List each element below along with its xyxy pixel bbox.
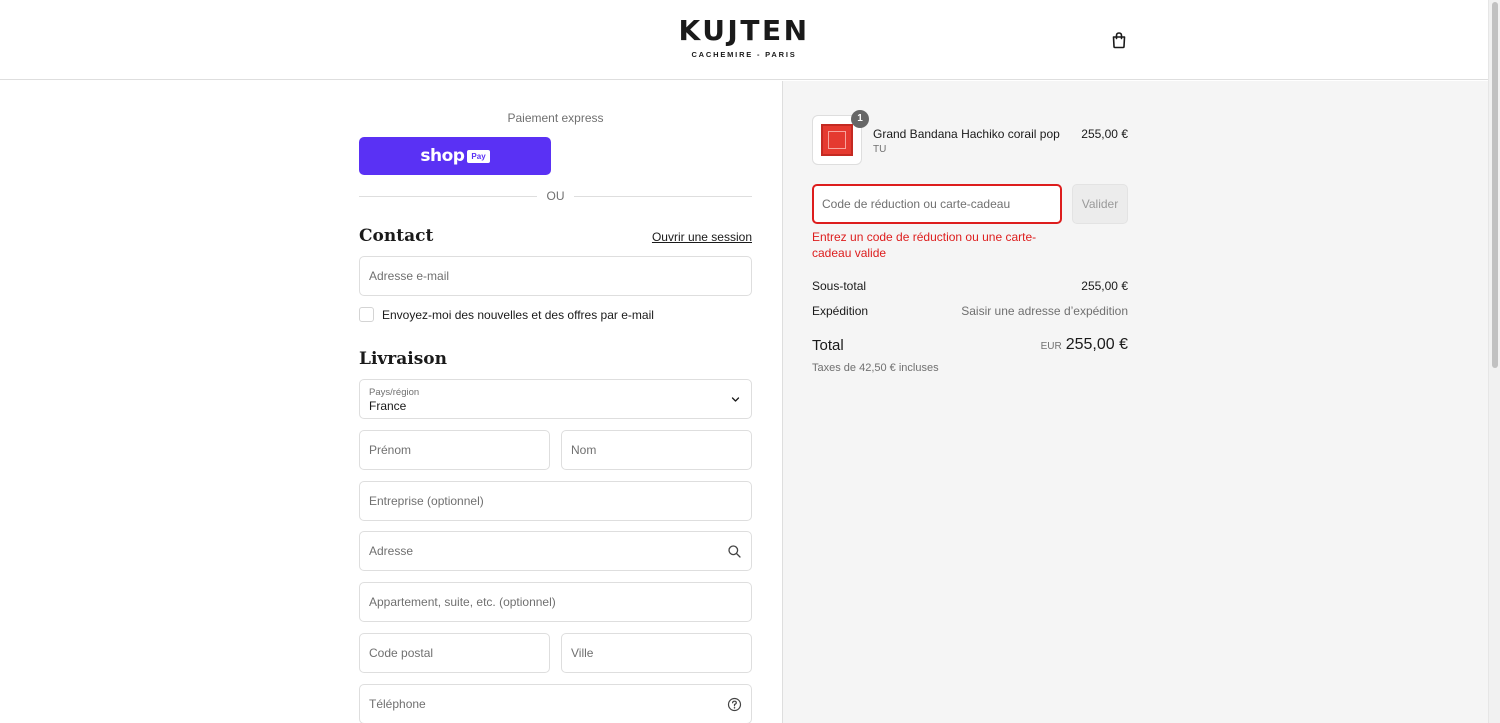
- city-input[interactable]: [562, 634, 751, 672]
- brand-name: KUJTEN: [678, 14, 810, 47]
- total-currency: EUR: [1040, 341, 1062, 352]
- country-label: Pays/région: [369, 387, 420, 398]
- postal-code-input[interactable]: [360, 634, 549, 672]
- login-link[interactable]: Ouvrir une session: [620, 230, 752, 244]
- phone-field[interactable]: [359, 684, 752, 723]
- brand-logo[interactable]: KUJTEN CACHEMIRE - PARIS: [0, 14, 1488, 59]
- help-icon[interactable]: [727, 697, 742, 712]
- country-value: France: [369, 399, 407, 413]
- scrollbar-thumb[interactable]: [1492, 2, 1498, 368]
- first-name-field[interactable]: [359, 430, 550, 470]
- shop-pay-wordmark: shop: [420, 146, 465, 166]
- shop-pay-badge: Pay: [467, 150, 490, 163]
- email-field[interactable]: [359, 256, 752, 296]
- chevron-down-icon: [731, 397, 740, 402]
- product-image: [821, 124, 853, 156]
- subtotal-label: Sous-total: [812, 279, 867, 293]
- city-field[interactable]: [561, 633, 752, 673]
- company-field[interactable]: [359, 481, 752, 521]
- discount-code-field[interactable]: [812, 184, 1062, 224]
- country-select[interactable]: Pays/région France: [359, 379, 752, 419]
- apply-discount-button[interactable]: Valider: [1072, 184, 1128, 224]
- apartment-input[interactable]: [360, 583, 751, 621]
- shipping-value: Saisir une adresse d’expédition: [961, 304, 1128, 318]
- discount-error-message: Entrez un code de réduction ou une carte…: [812, 230, 1037, 260]
- search-icon: [728, 545, 741, 558]
- contact-title: Contact: [359, 226, 434, 246]
- total-label: Total: [812, 337, 844, 354]
- postal-code-field[interactable]: [359, 633, 550, 673]
- shopping-bag-icon[interactable]: [1109, 30, 1129, 50]
- brand-tagline: CACHEMIRE - PARIS: [691, 50, 797, 59]
- first-name-input[interactable]: [360, 431, 549, 469]
- discount-code-input[interactable]: [814, 186, 1060, 222]
- total-price: EUR 255,00 €: [978, 336, 1128, 354]
- subtotal-value: 255,00 €: [1081, 279, 1128, 293]
- shop-pay-button[interactable]: shop Pay: [359, 137, 551, 175]
- product-variant: TU: [873, 144, 887, 155]
- site-header: KUJTEN CACHEMIRE - PARIS: [0, 0, 1488, 80]
- phone-input[interactable]: [360, 685, 751, 723]
- total-amount: 255,00 €: [1065, 336, 1128, 353]
- page-scrollbar[interactable]: [1488, 0, 1500, 723]
- last-name-field[interactable]: [561, 430, 752, 470]
- last-name-input[interactable]: [562, 431, 751, 469]
- company-input[interactable]: [360, 482, 751, 520]
- newsletter-label: Envoyez-moi des nouvelles et des offres …: [382, 307, 654, 322]
- address-input[interactable]: [360, 532, 751, 570]
- delivery-title: Livraison: [359, 349, 447, 369]
- quantity-badge: 1: [851, 110, 869, 128]
- express-checkout-label: Paiement express: [507, 111, 604, 125]
- address-field[interactable]: [359, 531, 752, 571]
- newsletter-checkbox[interactable]: [359, 307, 374, 322]
- order-summary-panel: [782, 81, 1488, 723]
- email-input[interactable]: [360, 257, 751, 295]
- apartment-field[interactable]: [359, 582, 752, 622]
- product-price: 255,00 €: [1081, 127, 1128, 141]
- taxes-note: Taxes de 42,50 € incluses: [812, 362, 939, 374]
- divider-text: OU: [546, 189, 565, 203]
- or-divider: OU: [359, 189, 752, 203]
- shipping-label: Expédition: [812, 304, 869, 318]
- newsletter-option[interactable]: Envoyez-moi des nouvelles et des offres …: [359, 307, 654, 322]
